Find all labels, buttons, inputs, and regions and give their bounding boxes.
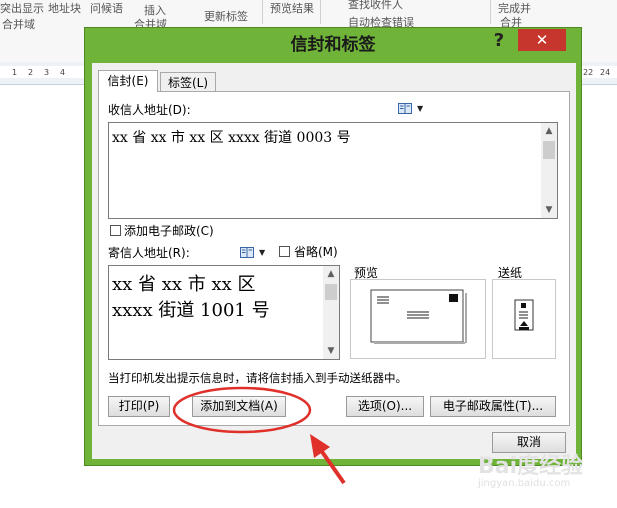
watermark-logo: Bai度经验 [478,454,584,479]
watermark-url: jingyan.baidu.com [478,478,571,489]
annotation-overlay [172,386,346,485]
pointer-arrow-head [310,434,330,458]
highlight-ellipse [172,386,312,434]
tab-envelopes[interactable]: 信封(E) [98,70,158,92]
